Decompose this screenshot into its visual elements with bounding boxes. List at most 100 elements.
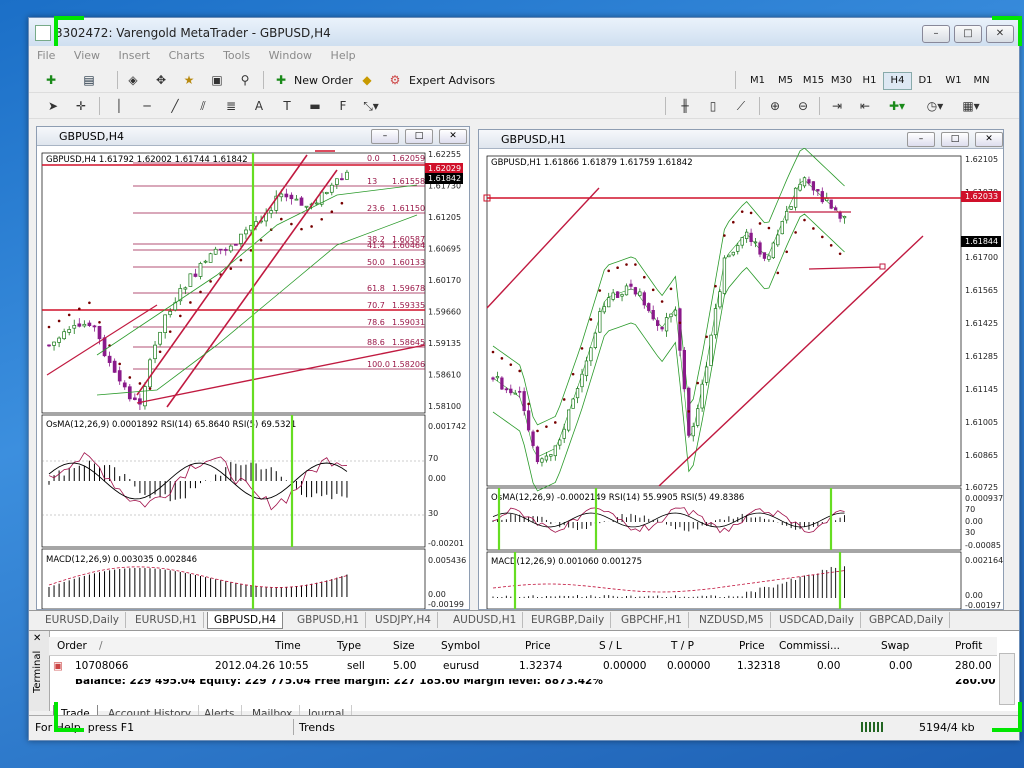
column-tp[interactable]: T / P	[671, 640, 694, 652]
text-label-icon[interactable]: T	[277, 97, 297, 115]
chart-tab-active[interactable]: GBPUSD,H4	[207, 612, 284, 629]
timeframe-h1[interactable]: H1	[855, 72, 884, 90]
arrows-dropdown-icon[interactable]: ⤡▾	[361, 97, 381, 115]
status-profile[interactable]: Trends	[299, 721, 335, 734]
chart-tab[interactable]: GBPCAD,Daily	[863, 612, 951, 628]
chart-tab[interactable]: EURGBP,Daily	[525, 612, 612, 628]
templates-icon[interactable]: ▦▾	[961, 97, 981, 115]
timeframe-w1[interactable]: W1	[939, 72, 968, 90]
chart-tab[interactable]: GBPCHF,H1	[615, 612, 689, 628]
crosshair-icon[interactable]: ✛	[71, 97, 91, 115]
price-axis-label: 1.60865	[965, 451, 998, 460]
timeframe-m1[interactable]: M1	[743, 72, 772, 90]
text-tool-icon[interactable]: A	[249, 97, 269, 115]
candle-body	[500, 377, 504, 390]
fibonacci-icon[interactable]: ≣	[221, 97, 241, 115]
chart-tab[interactable]: EURUSD,Daily	[39, 612, 126, 628]
expert-advisors-button[interactable]: Expert Advisors	[409, 74, 495, 87]
column-order[interactable]: Order	[57, 640, 87, 652]
new-order-button[interactable]: New Order	[294, 74, 353, 87]
chart-minimize-button[interactable]: –	[371, 129, 399, 144]
candle-body	[638, 291, 642, 296]
candle-body	[239, 233, 243, 244]
column-size[interactable]: Size	[393, 640, 415, 652]
trendline-icon[interactable]: ╱	[165, 97, 185, 115]
strategy-tester-icon[interactable]: ⚲	[235, 71, 255, 89]
chart-maximize-button[interactable]: □	[405, 129, 433, 144]
zoom-in-icon[interactable]: ⊕	[765, 97, 785, 115]
ask-price-label: 1.61842	[428, 174, 461, 183]
new-chart-icon[interactable]: ✚	[41, 71, 61, 89]
maximize-button[interactable]: □	[954, 25, 982, 43]
terminal-close-icon[interactable]: ✕	[33, 633, 41, 644]
osma-axis-label: 70	[965, 505, 975, 514]
column-commission[interactable]: Commissi...	[779, 640, 840, 652]
timeframe-mn[interactable]: MN	[967, 72, 996, 90]
fibonacci-fan-icon[interactable]: F	[333, 97, 353, 115]
vertical-line-icon[interactable]: │	[109, 97, 129, 115]
timeframe-m15[interactable]: M15	[799, 72, 828, 90]
timeframe-m30[interactable]: M30	[827, 72, 856, 90]
menu-tools[interactable]: Tools	[215, 46, 257, 62]
column-time[interactable]: Time	[275, 640, 301, 652]
column-type[interactable]: Type	[337, 640, 361, 652]
auto-scroll-icon[interactable]: ⇥	[827, 97, 847, 115]
parabolic-sar-dot	[749, 211, 753, 215]
menu-insert[interactable]: Insert	[111, 46, 158, 62]
menu-charts[interactable]: Charts	[161, 46, 212, 62]
rectangle-icon[interactable]: ▬	[305, 97, 325, 115]
chart-close-button[interactable]: ✕	[439, 129, 467, 144]
folder-icon[interactable]: ★	[179, 71, 199, 89]
terminal-icon[interactable]: ▣	[207, 71, 227, 89]
zoom-out-icon[interactable]: ⊖	[793, 97, 813, 115]
chart-window-gbpusd-h1[interactable]: GBPUSD,H1 – □ ✕ GBPUSD,H1 1.61866 1.6187…	[478, 129, 1004, 610]
horizontal-line-icon[interactable]: ─	[137, 97, 157, 115]
expert-advisors-icon[interactable]: ⚙	[385, 71, 405, 89]
candlestick-icon[interactable]: ▯	[703, 97, 723, 115]
chart-maximize-button[interactable]: □	[941, 132, 969, 147]
indicators-icon[interactable]: ✚▾	[887, 97, 907, 115]
order-sl: 0.00000	[603, 660, 647, 672]
timeframe-m5[interactable]: M5	[771, 72, 800, 90]
line-chart-icon[interactable]: ⟋	[731, 97, 751, 115]
chart-tab[interactable]: EURUSD,H1	[129, 612, 204, 628]
terminal-scrollbar[interactable]	[999, 653, 1015, 705]
chart-close-button[interactable]: ✕	[975, 132, 1003, 147]
minimize-button[interactable]: –	[922, 25, 950, 43]
navigator-icon[interactable]: ✥	[151, 71, 171, 89]
chart-tab[interactable]: GBPUSD,H1	[291, 612, 367, 628]
chart-shift-icon[interactable]: ⇤	[855, 97, 875, 115]
chart-canvas-right[interactable]: GBPUSD,H1 1.61866 1.61879 1.61759 1.6184…	[479, 148, 1003, 609]
menu-file[interactable]: File	[29, 46, 62, 62]
chart-tab[interactable]: USDJPY,H4	[369, 612, 438, 628]
channel-icon[interactable]: ⫽	[193, 97, 213, 115]
menu-window[interactable]: Window	[261, 46, 319, 62]
profiles-icon[interactable]: ▤	[79, 71, 99, 89]
market-watch-icon[interactable]: ◈	[123, 71, 143, 89]
column-swap[interactable]: Swap	[881, 640, 909, 652]
menu-help[interactable]: Help	[323, 46, 363, 62]
chart-canvas-left[interactable]: GBPUSD,H4 1.61792 1.62002 1.61744 1.6184…	[37, 145, 469, 609]
cursor-icon[interactable]: ➤	[43, 97, 63, 115]
chart-tab[interactable]: USDCAD,Daily	[773, 612, 861, 628]
bar-chart-icon[interactable]: ╫	[675, 97, 695, 115]
column-profit[interactable]: Profit	[955, 640, 982, 652]
order-price: 1.32374	[519, 660, 563, 672]
chart-minimize-button[interactable]: –	[907, 132, 935, 147]
column-current-price[interactable]: Price	[739, 640, 765, 652]
chart-tab[interactable]: AUDUSD,H1	[447, 612, 524, 628]
candle-body	[168, 310, 173, 316]
menu-view[interactable]: View	[66, 46, 107, 62]
column-symbol[interactable]: Symbol	[441, 640, 480, 652]
metaeditor-icon[interactable]: ◆	[357, 71, 377, 89]
periods-clock-icon[interactable]: ◷▾	[925, 97, 945, 115]
chart-tab[interactable]: NZDUSD,M5	[693, 612, 771, 628]
table-row[interactable]: ▣ 10708066 2012.04.26 10:55 sell 5.00 eu…	[49, 657, 997, 675]
timeframe-h4[interactable]: H4	[883, 72, 912, 90]
new-order-icon[interactable]: ✚	[271, 71, 291, 89]
connection-status-icon[interactable]	[861, 722, 883, 732]
chart-window-gbpusd-h4[interactable]: GBPUSD,H4 – □ ✕ GBPUSD,H4 1.61792 1.6200…	[36, 126, 470, 610]
timeframe-d1[interactable]: D1	[911, 72, 940, 90]
column-sl[interactable]: S / L	[599, 640, 622, 652]
column-price[interactable]: Price	[525, 640, 551, 652]
